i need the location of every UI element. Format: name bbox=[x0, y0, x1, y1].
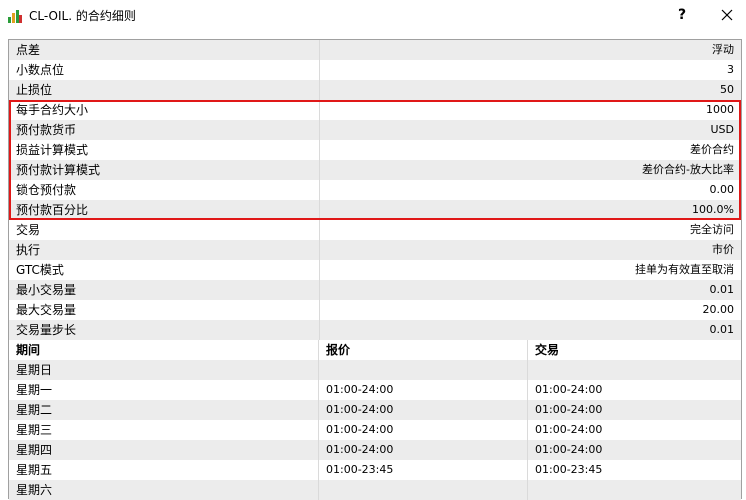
session-day: 星期二 bbox=[9, 400, 319, 420]
spec-row: 最小交易量 0.01 bbox=[9, 280, 741, 300]
session-header-cell[interactable]: 期间 bbox=[9, 340, 319, 360]
session-header-cell[interactable]: 报价 bbox=[320, 340, 528, 360]
spec-value: 完全访问 bbox=[690, 223, 734, 236]
spec-value: USD bbox=[710, 123, 734, 136]
session-quote: 01:00-24:00 bbox=[320, 440, 528, 460]
session-trade bbox=[529, 360, 741, 380]
spec-key: 预付款货币 bbox=[9, 120, 320, 140]
session-row: 星期三 01:00-24:00 01:00-24:00 bbox=[9, 420, 741, 440]
session-row: 星期六 bbox=[9, 480, 741, 500]
session-quote bbox=[320, 360, 528, 380]
session-header-cell[interactable]: 交易 bbox=[529, 340, 741, 360]
spec-key: 最小交易量 bbox=[9, 280, 320, 300]
spec-key: 锁仓预付款 bbox=[9, 180, 320, 200]
spec-value: 0.01 bbox=[709, 323, 735, 336]
session-day: 星期四 bbox=[9, 440, 319, 460]
spec-row: 预付款百分比 100.0% bbox=[9, 200, 741, 220]
spec-row: GTC模式 挂单为有效直至取消 bbox=[9, 260, 741, 280]
spec-row: 损益计算模式 差价合约 bbox=[9, 140, 741, 160]
spec-key: 点差 bbox=[9, 40, 320, 60]
spec-row: 预付款计算模式 差价合约-放大比率 bbox=[9, 160, 741, 180]
session-trade: 01:00-24:00 bbox=[535, 443, 603, 456]
session-row: 星期四 01:00-24:00 01:00-24:00 bbox=[9, 440, 741, 460]
session-day: 星期六 bbox=[9, 480, 319, 500]
session-quote: 01:00-24:00 bbox=[320, 380, 528, 400]
spec-value: 0.01 bbox=[709, 283, 735, 296]
app-icon bbox=[8, 10, 22, 23]
window-title: CL-OIL. 的合约细则 bbox=[29, 9, 136, 23]
spec-value: 浮动 bbox=[712, 43, 734, 56]
session-day: 星期一 bbox=[9, 380, 319, 400]
session-trade: 01:00-24:00 bbox=[535, 383, 603, 396]
spec-key: 预付款百分比 bbox=[9, 200, 320, 220]
spec-value: 3 bbox=[727, 63, 734, 76]
close-button[interactable] bbox=[710, 2, 744, 28]
spec-row: 交易 完全访问 bbox=[9, 220, 741, 240]
spec-value: 100.0% bbox=[692, 203, 734, 216]
session-quote: 01:00-24:00 bbox=[320, 420, 528, 440]
session-row: 星期日 bbox=[9, 360, 741, 380]
spec-key: 损益计算模式 bbox=[9, 140, 320, 160]
spec-row: 预付款货币 USD bbox=[9, 120, 741, 140]
session-header-row: 期间 报价 交易 bbox=[9, 340, 741, 360]
spec-value: 差价合约-放大比率 bbox=[642, 163, 734, 176]
close-icon bbox=[721, 9, 733, 21]
spec-key: 预付款计算模式 bbox=[9, 160, 320, 180]
spec-row: 每手合约大小 1000 bbox=[9, 100, 741, 120]
spec-row: 点差 浮动 bbox=[9, 40, 741, 60]
spec-key: 小数点位 bbox=[9, 60, 320, 80]
session-quote: 01:00-24:00 bbox=[320, 400, 528, 420]
session-trade: 01:00-24:00 bbox=[535, 403, 603, 416]
spec-key: GTC模式 bbox=[9, 260, 320, 280]
title-bar: CL-OIL. 的合约细则 ? bbox=[0, 0, 746, 32]
session-quote: 01:00-23:45 bbox=[320, 460, 528, 480]
session-day: 星期日 bbox=[9, 360, 319, 380]
spec-row: 锁仓预付款 0.00 bbox=[9, 180, 741, 200]
spec-value: 市价 bbox=[712, 243, 734, 256]
spec-value: 挂单为有效直至取消 bbox=[635, 263, 734, 276]
spec-value: 差价合约 bbox=[690, 143, 734, 156]
session-row: 星期一 01:00-24:00 01:00-24:00 bbox=[9, 380, 741, 400]
spec-row: 交易量步长 0.01 bbox=[9, 320, 741, 340]
session-row: 星期二 01:00-24:00 01:00-24:00 bbox=[9, 400, 741, 420]
session-day: 星期五 bbox=[9, 460, 319, 480]
spec-value: 50 bbox=[720, 83, 734, 96]
spec-key: 交易量步长 bbox=[9, 320, 320, 340]
session-trade bbox=[529, 480, 741, 500]
spec-row: 最大交易量 20.00 bbox=[9, 300, 741, 320]
spec-key: 执行 bbox=[9, 240, 320, 260]
spec-key: 交易 bbox=[9, 220, 320, 240]
session-trade: 01:00-24:00 bbox=[535, 423, 603, 436]
spec-row: 执行 市价 bbox=[9, 240, 741, 260]
spec-value: 20.00 bbox=[702, 303, 735, 316]
spec-key: 最大交易量 bbox=[9, 300, 320, 320]
spec-key: 止损位 bbox=[9, 80, 320, 100]
help-button[interactable]: ? bbox=[668, 2, 696, 28]
spec-value: 0.00 bbox=[709, 183, 735, 196]
spec-value: 1000 bbox=[706, 103, 734, 116]
session-row: 星期五 01:00-23:45 01:00-23:45 bbox=[9, 460, 741, 480]
spec-row: 止损位 50 bbox=[9, 80, 741, 100]
session-trade: 01:00-23:45 bbox=[535, 463, 603, 476]
session-day: 星期三 bbox=[9, 420, 319, 440]
spec-row: 小数点位 3 bbox=[9, 60, 741, 80]
spec-key: 每手合约大小 bbox=[9, 100, 320, 120]
session-quote bbox=[320, 480, 528, 500]
